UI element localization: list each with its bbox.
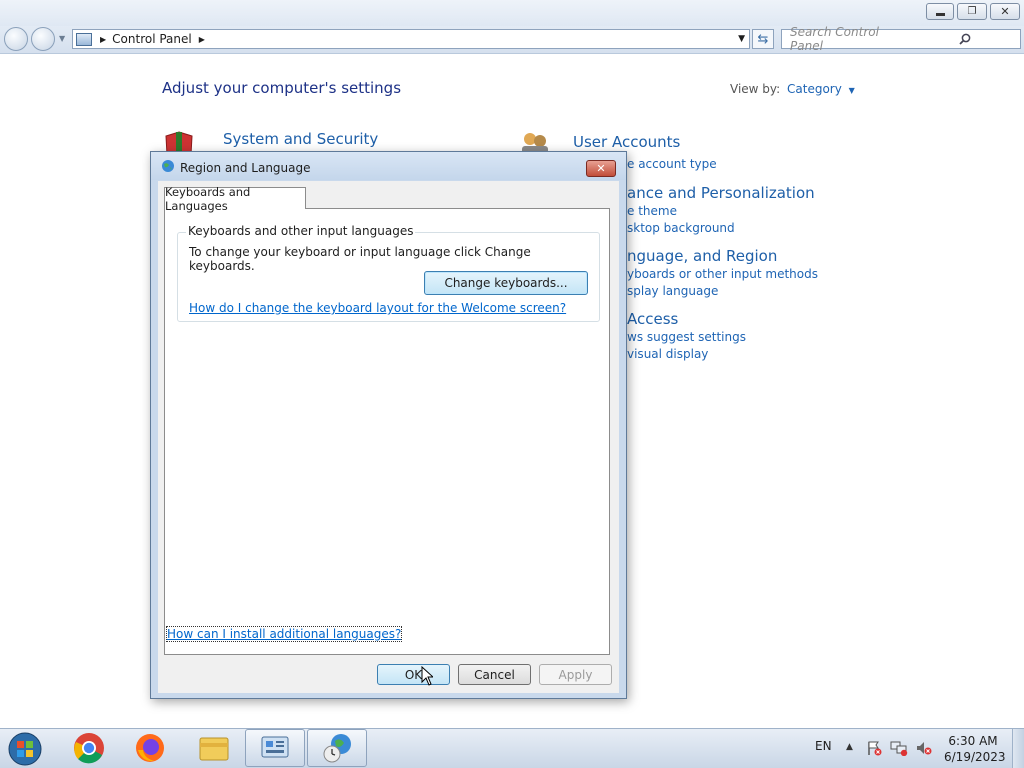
taskbar-firefox[interactable] [120, 729, 180, 767]
category-user-accounts[interactable]: User Accounts [573, 133, 680, 151]
refresh-icon: ⇆ [757, 31, 769, 47]
link-visual-display[interactable]: visual display [627, 347, 708, 361]
dialog-titlebar[interactable]: Region and Language ✕ [151, 152, 626, 180]
breadcrumb-separator-icon: ▶ [100, 34, 107, 44]
category-clock-language-region[interactable]: nguage, and Region [627, 247, 777, 265]
show-hidden-icons-icon[interactable]: ▲ [846, 742, 853, 752]
dialog-body: Keyboards and Languages Keyboards and ot… [158, 181, 619, 693]
taskbar-chrome[interactable] [59, 729, 119, 767]
view-by-label: View by: [730, 82, 781, 96]
mouse-cursor-icon [421, 665, 435, 689]
network-icon[interactable] [890, 740, 908, 757]
change-keyboards-button[interactable]: Change keyboards... [424, 271, 588, 295]
install-languages-link[interactable]: How can I install additional languages? [165, 626, 403, 642]
welcome-screen-link[interactable]: How do I change the keyboard layout for … [189, 301, 566, 315]
close-window-button[interactable]: ✕ [990, 3, 1020, 20]
instruction-text: To change your keyboard or input languag… [189, 245, 531, 273]
recent-pages-icon[interactable]: ▼ [59, 34, 65, 43]
back-button[interactable] [4, 27, 28, 51]
link-display-language[interactable]: splay language [627, 284, 718, 298]
action-center-flag-icon[interactable] [866, 740, 882, 756]
category-ease-of-access[interactable]: Access [627, 310, 678, 328]
view-by-dropdown[interactable]: Category ▼ [787, 82, 855, 96]
address-dropdown-icon[interactable]: ▼ [738, 34, 745, 44]
taskbar-explorer[interactable] [184, 729, 244, 767]
dialog-title: Region and Language [180, 161, 311, 175]
breadcrumb-separator-icon: ▶ [198, 34, 205, 44]
clock-date: 6/19/2023 [944, 750, 1006, 764]
windows-logo-icon [8, 732, 42, 766]
address-bar[interactable]: ▶ Control Panel ▶ ▼ [72, 29, 750, 49]
link-suggest-settings[interactable]: ws suggest settings [627, 330, 746, 344]
category-appearance[interactable]: ance and Personalization [627, 184, 815, 202]
tab-panel: Keyboards and other input languages To c… [164, 208, 610, 655]
keyboards-groupbox: Keyboards and other input languages To c… [177, 224, 600, 322]
tab-keyboards-languages[interactable]: Keyboards and Languages [164, 185, 306, 213]
region-language-dialog: Region and Language ✕ Keyboards and Lang… [150, 151, 627, 699]
system-clock[interactable]: 6:30 AM 6/19/2023 [944, 733, 1006, 765]
globe-clock-icon [323, 734, 351, 763]
page-title: Adjust your computer's settings [162, 79, 402, 97]
window-titlebar [0, 0, 1024, 26]
language-indicator[interactable]: EN [815, 739, 832, 753]
forward-button[interactable] [31, 27, 55, 51]
link-theme[interactable]: e theme [627, 204, 677, 218]
link-account-type[interactable]: e account type [627, 157, 717, 171]
search-icon[interactable] [901, 33, 1020, 45]
control-panel-icon [261, 736, 289, 758]
refresh-button[interactable]: ⇆ [752, 29, 774, 49]
search-placeholder: Search Control Panel [790, 25, 879, 53]
folder-icon [199, 737, 229, 761]
search-input[interactable]: Search Control Panel [781, 25, 1021, 53]
taskbar-region-language[interactable] [307, 729, 367, 767]
clock-time: 6:30 AM [948, 734, 998, 748]
firefox-icon [136, 734, 164, 762]
apply-button[interactable]: Apply [539, 664, 612, 685]
restore-button[interactable]: ❐ [957, 3, 987, 20]
minimize-icon [935, 12, 945, 16]
taskbar-control-panel[interactable] [245, 729, 305, 767]
control-panel-icon [76, 32, 92, 46]
close-icon: ✕ [1000, 5, 1010, 18]
chevron-down-icon: ▼ [848, 86, 855, 95]
link-desktop-background[interactable]: sktop background [627, 221, 735, 235]
group-label: Keyboards and other input languages [186, 224, 416, 238]
category-system-security[interactable]: System and Security [223, 130, 378, 148]
close-icon: ✕ [596, 162, 606, 175]
breadcrumb-control-panel[interactable]: Control Panel [112, 32, 192, 46]
restore-icon: ❐ [967, 6, 977, 17]
show-desktop-button[interactable] [1012, 729, 1024, 768]
volume-muted-icon[interactable] [915, 740, 933, 756]
start-button[interactable] [4, 730, 46, 768]
cancel-button[interactable]: Cancel [458, 664, 531, 685]
ok-button[interactable]: OK [377, 664, 450, 685]
view-by-value: Category [787, 82, 842, 96]
minimize-button[interactable] [926, 3, 954, 20]
globe-icon [161, 159, 175, 176]
dialog-close-button[interactable]: ✕ [586, 160, 616, 177]
chrome-icon [74, 733, 104, 764]
link-keyboards[interactable]: yboards or other input methods [627, 267, 818, 281]
